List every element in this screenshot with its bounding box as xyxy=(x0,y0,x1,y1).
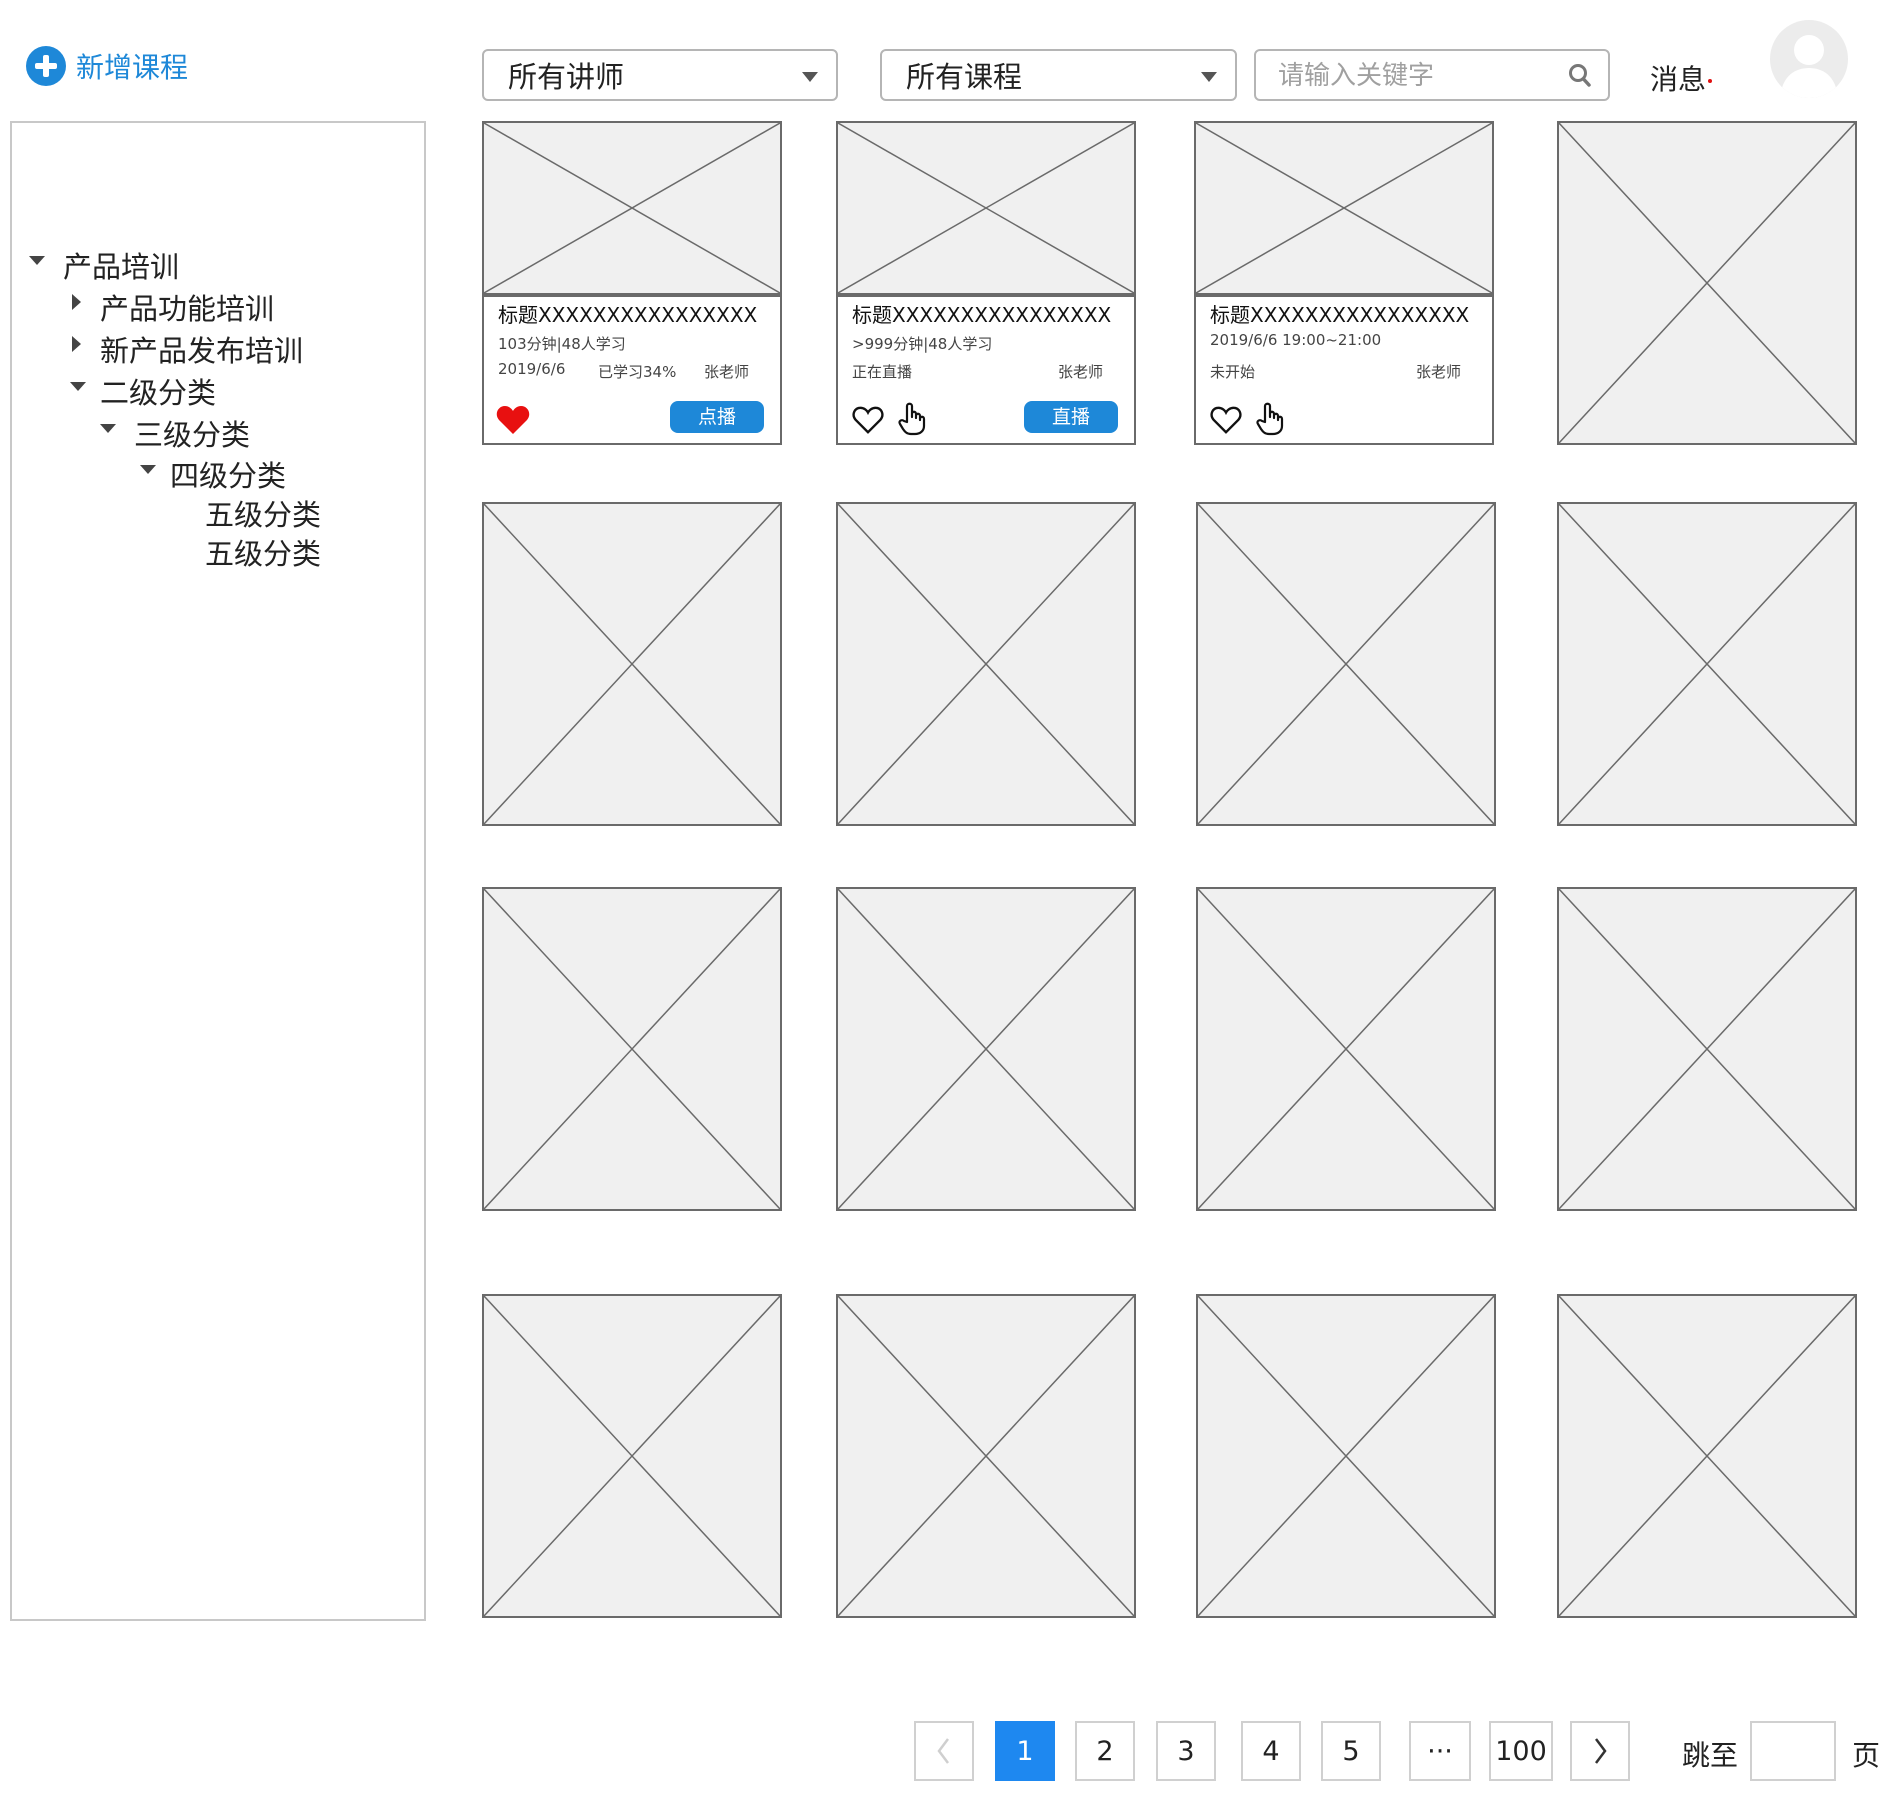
caret-down-icon xyxy=(70,382,86,391)
course-card[interactable]: 标题XXXXXXXXXXXXXXXX >999分钟|48人学习 正在直播 张老师… xyxy=(836,121,1136,445)
course-image-placeholder[interactable] xyxy=(482,502,782,826)
page-ellipsis[interactable]: ··· xyxy=(1409,1721,1471,1781)
page-button-3[interactable]: 3 xyxy=(1156,1721,1216,1781)
course-image-placeholder[interactable] xyxy=(482,887,782,1211)
tree-item-level-5[interactable]: 五级分类 xyxy=(205,492,321,534)
course-image-placeholder[interactable] xyxy=(1557,887,1857,1211)
jump-to-label: 跳至 xyxy=(1682,1739,1739,1772)
search-input[interactable] xyxy=(1276,57,1560,95)
course-image-placeholder[interactable] xyxy=(482,1294,782,1618)
caret-down-icon xyxy=(802,72,818,82)
course-card[interactable]: 标题XXXXXXXXXXXXXXXX 103分钟|48人学习 2019/6/6 … xyxy=(482,121,782,445)
tree-item-level-5[interactable]: 五级分类 xyxy=(205,531,321,573)
caret-down-icon xyxy=(100,424,116,433)
course-select[interactable]: 所有课程 xyxy=(880,49,1237,101)
course-status: 未开始 xyxy=(1210,363,1256,381)
course-teacher: 张老师 xyxy=(1416,363,1462,381)
course-image-placeholder[interactable] xyxy=(836,1294,1136,1618)
page-button-2[interactable]: 2 xyxy=(1075,1721,1135,1781)
search-box xyxy=(1254,49,1610,101)
page-suffix-label: 页 xyxy=(1852,1739,1881,1772)
course-teacher: 张老师 xyxy=(704,363,750,381)
vod-button[interactable]: 点播 xyxy=(670,401,764,433)
caret-down-icon xyxy=(29,256,45,265)
course-select-value: 所有课程 xyxy=(906,60,1023,94)
course-card[interactable]: 标题XXXXXXXXXXXXXXXX 2019/6/6 19:00~21:00 … xyxy=(1194,121,1494,445)
live-button[interactable]: 直播 xyxy=(1024,401,1118,433)
tree-item-label: 五级分类 xyxy=(205,498,322,532)
tree-item-label: 新产品发布培训 xyxy=(100,334,304,368)
caret-down-icon xyxy=(1201,72,1217,82)
course-thumbnail xyxy=(484,123,780,297)
teacher-select[interactable]: 所有讲师 xyxy=(482,49,838,101)
course-title: 标题XXXXXXXXXXXXXXXX xyxy=(852,303,1112,327)
course-progress: 已学习34% xyxy=(598,363,677,381)
page-button-5[interactable]: 5 xyxy=(1321,1721,1381,1781)
course-image-placeholder[interactable] xyxy=(1196,1294,1496,1618)
page-button-1[interactable]: 1 xyxy=(995,1721,1055,1781)
user-avatar-icon[interactable] xyxy=(1770,20,1848,98)
course-image-placeholder[interactable] xyxy=(836,887,1136,1211)
course-image-placeholder[interactable] xyxy=(1196,502,1496,826)
course-date: 2019/6/6 xyxy=(498,360,566,378)
course-title: 标题XXXXXXXXXXXXXXXX xyxy=(1210,303,1470,327)
heart-icon[interactable] xyxy=(852,405,884,439)
jump-page-input[interactable] xyxy=(1750,1721,1836,1781)
course-duration-learners: >999分钟|48人学习 xyxy=(852,335,993,353)
heart-icon[interactable] xyxy=(1210,405,1242,439)
tree-item-label: 产品培训 xyxy=(63,250,180,284)
course-image-placeholder[interactable] xyxy=(836,502,1136,826)
plus-circle-icon xyxy=(26,46,66,86)
course-duration-learners: 103分钟|48人学习 xyxy=(498,335,626,353)
course-thumbnail xyxy=(1196,123,1492,297)
next-page-button[interactable] xyxy=(1570,1721,1630,1781)
course-image-placeholder[interactable] xyxy=(1557,502,1857,826)
messages-label: 消息 xyxy=(1650,63,1707,96)
search-icon[interactable] xyxy=(1568,63,1592,93)
tree-item-label: 产品功能培训 xyxy=(100,292,275,326)
chevron-right-icon xyxy=(1595,1738,1607,1764)
chevron-left-icon xyxy=(937,1738,949,1764)
add-course-label: 新增课程 xyxy=(76,51,189,84)
teacher-select-value: 所有讲师 xyxy=(508,60,625,94)
course-thumbnail xyxy=(838,123,1134,297)
course-schedule: 2019/6/6 19:00~21:00 xyxy=(1210,331,1382,349)
caret-right-icon xyxy=(72,294,81,310)
tree-item-label: 三级分类 xyxy=(134,418,251,452)
tree-item-label: 五级分类 xyxy=(205,537,322,571)
course-status: 正在直播 xyxy=(852,363,913,381)
add-course-button[interactable]: 新增课程 xyxy=(26,44,188,88)
course-title: 标题XXXXXXXXXXXXXXXX xyxy=(498,303,758,327)
course-teacher: 张老师 xyxy=(1058,363,1104,381)
course-image-placeholder[interactable] xyxy=(1557,1294,1857,1618)
page-button-4[interactable]: 4 xyxy=(1241,1721,1301,1781)
heart-icon[interactable] xyxy=(496,405,530,439)
hand-pointer-icon[interactable] xyxy=(898,402,928,440)
unread-dot xyxy=(1708,79,1713,83)
caret-down-icon xyxy=(140,465,156,474)
hand-pointer-icon[interactable] xyxy=(1256,402,1286,440)
course-image-placeholder[interactable] xyxy=(1557,121,1857,445)
course-image-placeholder[interactable] xyxy=(1196,887,1496,1211)
caret-right-icon xyxy=(72,336,81,352)
tree-item-label: 四级分类 xyxy=(170,459,287,493)
messages-link[interactable]: 消息 xyxy=(1650,58,1713,98)
prev-page-button[interactable] xyxy=(914,1721,974,1781)
category-sidebar: 产品培训 产品功能培训 新产品发布培训 二级分类 三级分类 四级分类 五级分类 … xyxy=(10,121,426,1621)
page-button-100[interactable]: 100 xyxy=(1489,1721,1553,1781)
tree-item-label: 二级分类 xyxy=(100,376,217,410)
